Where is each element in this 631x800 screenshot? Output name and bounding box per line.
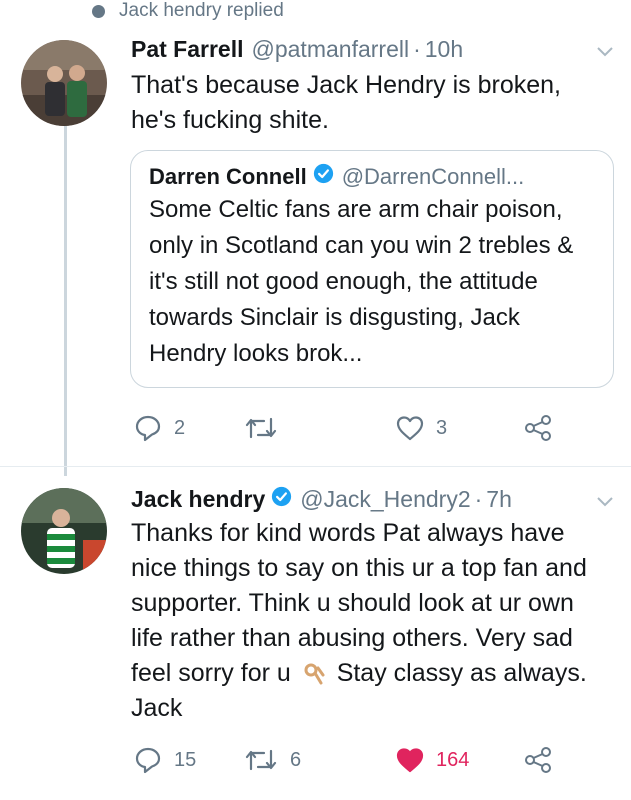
ok-hand-emoji-icon [302, 660, 326, 685]
thread-connector-line [64, 106, 67, 476]
separator-dot: · [413, 36, 421, 62]
retweet-icon [245, 749, 277, 771]
tweet-text: That's because Jack Hendry is broken, he… [131, 71, 561, 134]
context-dot-icon [92, 4, 105, 18]
tweet-text: Thanks for kind words Pat always have ni… [131, 516, 609, 726]
avatar-image [21, 488, 107, 574]
quoted-tweet-text: Some Celtic fans are arm chair poison, o… [149, 196, 574, 367]
retweet-icon [245, 417, 277, 439]
retweet-count: 6 [290, 748, 302, 771]
reply-button[interactable]: 2 [134, 414, 185, 442]
context-text: Jack hendry replied [119, 0, 284, 21]
quoted-tweet[interactable]: Darren Connell @DarrenConnell... Some Ce… [130, 150, 614, 388]
reply-count: 2 [174, 416, 186, 439]
share-button[interactable] [524, 746, 552, 774]
share-button[interactable] [524, 414, 552, 442]
quoted-author-name: Darren Connell [149, 164, 307, 189]
like-count: 164 [436, 748, 470, 771]
reply-count: 15 [174, 748, 197, 771]
tweet-time[interactable]: 7h [486, 486, 512, 513]
author-handle[interactable]: @patmanfarrell [252, 36, 410, 63]
quoted-author-handle: @DarrenConnell... [341, 164, 525, 189]
retweet-button[interactable]: 6 [244, 747, 301, 773]
reply-button[interactable]: 15 [134, 746, 196, 774]
avatar-jack-hendry[interactable] [21, 488, 107, 574]
like-button[interactable]: 164 [396, 747, 469, 773]
like-button[interactable]: 3 [396, 415, 447, 441]
context-header: Jack hendry replied [92, 0, 284, 22]
reply-icon [135, 747, 161, 774]
like-icon [396, 416, 424, 441]
chevron-down-icon[interactable] [596, 42, 614, 63]
author-handle[interactable]: @Jack_Hendry2 [300, 486, 470, 513]
tweet-divider [0, 466, 631, 467]
like-count: 3 [436, 416, 448, 439]
retweet-button[interactable] [244, 415, 290, 441]
avatar-image [21, 40, 107, 126]
author-name[interactable]: Pat Farrell [131, 36, 244, 63]
like-icon [396, 748, 424, 773]
tweet-time[interactable]: 10h [425, 36, 463, 63]
quoted-tweet-header: Darren Connell @DarrenConnell... [149, 163, 595, 190]
separator-dot: · [474, 486, 483, 512]
chevron-down-icon[interactable] [596, 492, 614, 513]
reply-icon [135, 415, 161, 442]
share-icon [525, 747, 551, 773]
tweet-header: Jack hendry @Jack_Hendry2 · 7h [131, 486, 512, 513]
share-icon [525, 415, 551, 441]
tweet-actions: 15 6 164 [134, 746, 574, 774]
author-name[interactable]: Jack hendry [131, 486, 265, 513]
avatar-pat-farrell[interactable] [21, 40, 107, 126]
tweet-header: Pat Farrell @patmanfarrell · 10h [131, 36, 463, 63]
verified-icon [313, 163, 333, 184]
tweet-actions: 2 3 [134, 414, 574, 442]
verified-icon [272, 486, 292, 507]
